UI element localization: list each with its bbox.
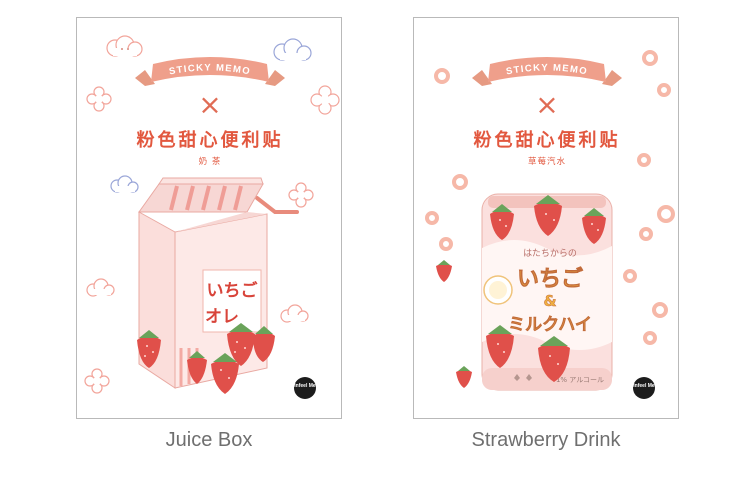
can-text-milk-high: ミルクハイ: [508, 315, 592, 335]
cloud-icon: [273, 38, 312, 61]
product-card-strawberry-drink[interactable]: STICKY MEMO × 粉色甜心便利贴 草莓汽水 はたちからの いちご & …: [413, 17, 679, 419]
sticky-memo-ribbon: STICKY MEMO: [472, 57, 622, 86]
ribbon-label: STICKY MEMO: [168, 62, 250, 77]
drink-can-image: はたちからの いちご & ミルクハイ 1% アルコール: [481, 193, 613, 391]
cross-mark: ×: [535, 88, 558, 121]
flower-icon: [86, 86, 112, 112]
cloud-icon: [86, 278, 115, 297]
strawberry-icon: [456, 366, 472, 388]
can-text-alcohol: 1% アルコール: [556, 376, 604, 384]
cross-mark: ×: [198, 88, 221, 121]
can-text-ampersand: &: [543, 292, 556, 310]
carton-text-ole: オレ: [205, 307, 239, 327]
product-subtitle: 奶 茶: [199, 156, 222, 167]
svg-text:STICKY MEMO: STICKY MEMO: [505, 62, 588, 77]
product-card-juice-box[interactable]: STICKY MEMO × 粉色甜心便利贴 奶 茶 いちご オレ Infeel …: [76, 17, 342, 419]
cloud-icon: [280, 304, 309, 323]
caption-strawberry-drink: Strawberry Drink: [471, 429, 621, 451]
svg-text:STICKY MEMO: STICKY MEMO: [168, 62, 251, 77]
brand-logo: Infeel Me: [294, 377, 316, 399]
product-title: 粉色甜心便利贴: [474, 129, 621, 151]
brand-logo: Infeel Me: [633, 377, 655, 399]
product-title: 粉色甜心便利贴: [137, 129, 284, 151]
sticky-memo-ribbon: STICKY MEMO: [135, 57, 285, 86]
can-text-strawberry: いちご: [517, 266, 583, 292]
product-subtitle: 草莓汽水: [528, 156, 566, 167]
flower-icon: [288, 182, 314, 208]
juice-box-illustration: STICKY MEMO × 粉色甜心便利贴 奶 茶 いちご オレ Infeel …: [84, 35, 340, 399]
caption-juice-box: Juice Box: [165, 429, 253, 451]
can-text-small: はたちからの: [523, 248, 577, 259]
cloud-icon: [110, 175, 139, 193]
strawberry-icon: [436, 260, 452, 282]
brand-logo-text: Infeel Me: [294, 383, 316, 389]
carton-text-strawberry: いちご: [207, 280, 259, 301]
flower-icon: [310, 85, 340, 115]
ribbon-label: STICKY MEMO: [505, 62, 587, 77]
milk-carton-image: いちご オレ: [137, 177, 299, 394]
strawberry-drink-illustration: STICKY MEMO × 粉色甜心便利贴 草莓汽水 はたちからの いちご & …: [425, 50, 675, 399]
cloud-icon: [106, 35, 143, 57]
brand-logo-text: Infeel Me: [633, 383, 655, 389]
flower-icon: [84, 368, 110, 394]
